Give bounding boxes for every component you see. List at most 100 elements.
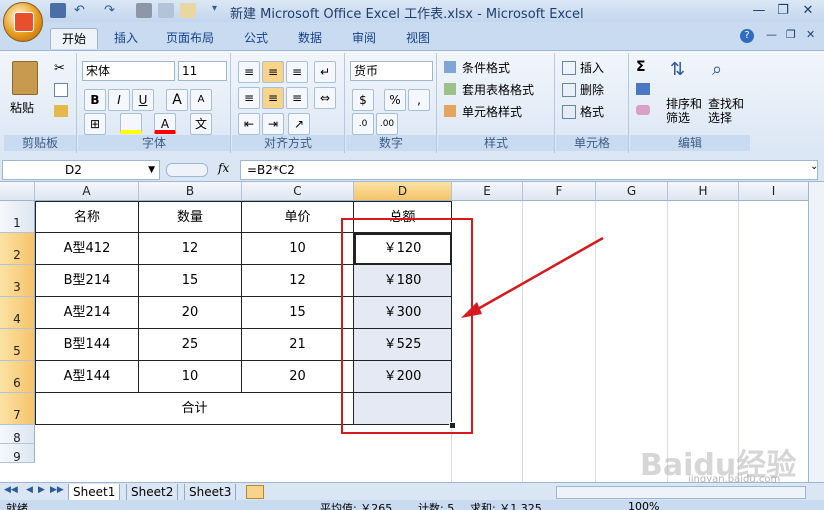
paste-label[interactable]: 粘贴 (10, 99, 34, 116)
ribbon-restore-icon[interactable]: ❐ (786, 28, 796, 41)
table-cell[interactable]: 15 (139, 265, 242, 297)
print-icon[interactable] (136, 3, 152, 18)
find-select-button[interactable]: 查找和 选择 (708, 97, 744, 125)
row-header-3[interactable]: 3 (0, 265, 35, 297)
font-size-select[interactable]: 11 (178, 61, 227, 81)
help-icon[interactable]: ? (740, 29, 754, 43)
wrap-text-icon[interactable]: ↵ (314, 61, 336, 83)
sheet-tab-2[interactable]: Sheet2 (126, 484, 179, 501)
first-sheet-icon[interactable]: ◀◀ (4, 485, 18, 495)
table-cell[interactable]: 12 (139, 233, 242, 265)
row-header-7[interactable]: 7 (0, 393, 35, 425)
column-header-a[interactable]: A (35, 182, 139, 201)
format-cells-button[interactable]: 格式 (580, 103, 604, 120)
row-header-8[interactable]: 8 (0, 425, 35, 445)
redo-icon[interactable]: ↷ (104, 3, 120, 18)
bold-button[interactable]: B (84, 89, 106, 111)
tab-home[interactable]: 开始 (50, 28, 98, 49)
align-center-icon[interactable]: ≡ (262, 87, 284, 109)
tab-view[interactable]: 视图 (398, 28, 438, 48)
table-cell[interactable]: A型412 (35, 233, 139, 265)
vertical-scrollbar[interactable] (808, 182, 824, 482)
fill-icon[interactable] (636, 83, 650, 95)
column-header-d[interactable]: D (354, 182, 452, 201)
conditional-format-button[interactable]: 条件格式 (462, 59, 510, 76)
grow-font-button[interactable]: A (166, 89, 188, 111)
column-header-i[interactable]: I (739, 182, 809, 201)
table-cell[interactable]: B型144 (35, 329, 139, 361)
borders-icon[interactable]: ⊞ (84, 113, 106, 135)
table-cell[interactable]: 15 (242, 297, 354, 329)
sheet-tab-3[interactable]: Sheet3 (184, 484, 237, 501)
table-cell[interactable]: 20 (242, 361, 354, 393)
row-header-5[interactable]: 5 (0, 329, 35, 361)
table-cell[interactable]: 21 (242, 329, 354, 361)
fx-button[interactable]: fx (218, 161, 229, 175)
tab-formulas[interactable]: 公式 (236, 28, 276, 48)
delete-cells-button[interactable]: 删除 (580, 81, 604, 98)
last-sheet-icon[interactable]: ▶▶ (50, 485, 64, 495)
font-color-icon[interactable]: A (154, 113, 176, 134)
save-icon[interactable] (50, 3, 66, 18)
minimize-button[interactable]: — (748, 2, 770, 19)
header-cell-name[interactable]: 名称 (35, 201, 139, 233)
row-header-9[interactable]: 9 (0, 444, 35, 464)
insert-cells-button[interactable]: 插入 (580, 59, 604, 76)
align-middle-icon[interactable]: ≡ (262, 61, 284, 83)
ribbon-close-icon[interactable]: ✕ (806, 28, 815, 41)
sort-filter-button[interactable]: 排序和 筛选 (666, 97, 702, 125)
header-cell-qty[interactable]: 数量 (139, 201, 242, 233)
formula-input[interactable]: =B2*C2 (240, 160, 818, 180)
paste-icon[interactable] (12, 61, 38, 95)
column-header-e[interactable]: E (452, 182, 523, 201)
font-name-select[interactable]: 宋体 (82, 61, 175, 81)
undo-icon[interactable]: ↶ (74, 3, 90, 18)
select-all-corner[interactable] (0, 182, 35, 201)
header-cell-price[interactable]: 单价 (242, 201, 354, 233)
percent-button[interactable]: % (384, 89, 406, 111)
copy-icon[interactable] (54, 83, 68, 97)
phonetic-icon[interactable]: 文 (190, 113, 212, 135)
fill-color-icon[interactable] (120, 113, 142, 134)
format-painter-icon[interactable] (54, 105, 68, 117)
clear-icon[interactable] (636, 105, 650, 115)
tab-page-layout[interactable]: 页面布局 (160, 28, 220, 48)
cell-styles-button[interactable]: 单元格样式 (462, 103, 522, 120)
name-box[interactable]: D2 ▼ (2, 160, 160, 180)
restore-button[interactable]: ❐ (772, 2, 794, 19)
formula-bar-grip-icon[interactable] (166, 163, 208, 177)
decrease-indent-icon[interactable]: ⇤ (238, 113, 260, 135)
align-bottom-icon[interactable]: ≡ (286, 61, 308, 83)
horizontal-scrollbar[interactable] (556, 486, 806, 499)
increase-decimal-icon[interactable]: .0 (352, 113, 374, 135)
column-header-f[interactable]: F (523, 182, 596, 201)
table-cell[interactable]: 20 (139, 297, 242, 329)
name-box-dropdown-icon[interactable]: ▼ (148, 161, 155, 179)
merge-center-icon[interactable]: ⇔ (314, 87, 336, 109)
table-cell[interactable]: 10 (139, 361, 242, 393)
underline-button[interactable]: U (132, 89, 154, 111)
table-cell[interactable]: A型214 (35, 297, 139, 329)
insert-sheet-icon[interactable] (246, 485, 264, 499)
total-label-cell[interactable]: 合计 (35, 393, 354, 425)
sheet-tab-1[interactable]: Sheet1 (68, 484, 121, 501)
table-cell[interactable]: 25 (139, 329, 242, 361)
spellcheck-icon[interactable] (180, 3, 196, 18)
tab-data[interactable]: 数据 (290, 28, 330, 48)
column-header-g[interactable]: G (596, 182, 668, 201)
office-button[interactable] (3, 2, 43, 42)
increase-indent-icon[interactable]: ⇥ (262, 113, 284, 135)
currency-icon[interactable]: $ (352, 89, 374, 111)
column-header-h[interactable]: H (668, 182, 739, 201)
tab-review[interactable]: 审阅 (344, 28, 384, 48)
ribbon-minimize-icon[interactable]: — (766, 28, 777, 41)
orientation-icon[interactable]: ↗ (288, 113, 310, 135)
tab-insert[interactable]: 插入 (106, 28, 146, 48)
align-right-icon[interactable]: ≡ (286, 87, 308, 109)
close-button[interactable]: ✕ (797, 2, 819, 19)
comma-button[interactable]: , (408, 89, 430, 111)
formula-expand-icon[interactable]: ⌄ (810, 161, 818, 172)
number-format-select[interactable]: 货币 (350, 61, 433, 81)
table-format-button[interactable]: 套用表格格式 (462, 81, 534, 98)
print-preview-icon[interactable] (158, 3, 174, 18)
